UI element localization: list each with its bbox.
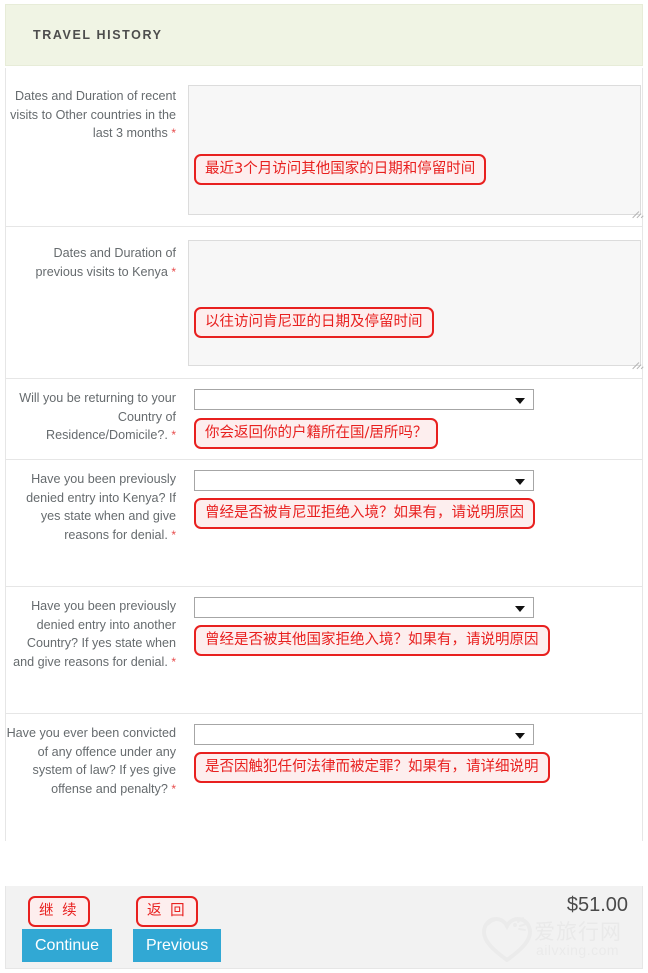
field-previous-kenya-visits (188, 240, 644, 370)
form-row-denied-other-country: Have you been previously denied entry in… (6, 587, 642, 714)
annotation-continue-button: 继 续 (28, 896, 90, 927)
form-row-denied-kenya: Have you been previously denied entry in… (6, 460, 642, 587)
select-returning-country[interactable] (194, 389, 534, 410)
required-asterisk: * (171, 527, 176, 542)
total-price: $51.00 (566, 894, 628, 916)
chevron-down-icon (515, 605, 525, 612)
field-criminal-conviction (194, 724, 534, 745)
field-denied-kenya (194, 470, 534, 491)
label-text: Have you been previously denied entry in… (13, 599, 176, 669)
annotation-returning-country: 你会返回你的户籍所在国/居所吗？ (194, 418, 439, 449)
annotation-recent-visits: 最近3个月访问其他国家的日期和停留时间 (194, 154, 487, 185)
label-text: Will you be returning to your Country of… (19, 391, 176, 442)
annotation-previous-button: 返 回 (136, 896, 198, 927)
section-header: TRAVEL HISTORY (5, 4, 643, 66)
site-watermark: 爱旅行网 ailvxing.com (482, 914, 634, 966)
required-asterisk: * (171, 264, 176, 279)
label-previous-kenya-visits: Dates and Duration of previous visits to… (6, 244, 176, 281)
chevron-down-icon (515, 732, 525, 739)
form-row-recent-visits: Dates and Duration of recent visits to O… (6, 68, 644, 227)
continue-button[interactable]: Continue (22, 929, 113, 962)
label-text: Have you been previously denied entry in… (26, 472, 176, 542)
field-recent-visits (188, 85, 644, 219)
form-row-previous-kenya-visits: Dates and Duration of previous visits to… (6, 227, 644, 379)
label-denied-other-country: Have you been previously denied entry in… (6, 597, 176, 671)
label-denied-kenya: Have you been previously denied entry in… (6, 470, 176, 544)
form-footer: $51.00 Continue Previous 爱旅行网 ailvxing.c… (5, 886, 643, 969)
label-text: Have you ever been convicted of any offe… (6, 726, 176, 796)
chevron-down-icon (515, 478, 525, 485)
required-asterisk: * (171, 654, 176, 669)
annotation-previous-kenya-visits: 以往访问肯尼亚的日期及停留时间 (194, 307, 434, 338)
select-denied-other-country[interactable] (194, 597, 534, 618)
previous-button[interactable]: Previous (133, 929, 222, 962)
label-returning-country: Will you be returning to your Country of… (6, 389, 176, 445)
required-asterisk: * (171, 428, 176, 442)
watermark-brand: 爱旅行网 (534, 920, 622, 944)
watermark-domain: ailvxing.com (536, 942, 620, 958)
annotation-denied-kenya: 曾经是否被肯尼亚拒绝入境？如果有，请说明原因 (194, 498, 535, 529)
annotation-criminal-conviction: 是否因触犯任何法律而被定罪？如果有，请详细说明 (194, 752, 550, 783)
select-criminal-conviction[interactable] (194, 724, 534, 745)
label-text: Dates and Duration of recent visits to O… (10, 89, 176, 140)
textarea-recent-visits[interactable] (188, 85, 641, 215)
label-recent-visits: Dates and Duration of recent visits to O… (6, 87, 176, 143)
field-denied-other-country (194, 597, 534, 618)
annotation-denied-other-country: 曾经是否被其他国家拒绝入境？如果有，请说明原因 (194, 625, 550, 656)
label-text: Dates and Duration of previous visits to… (35, 246, 176, 279)
required-asterisk: * (171, 126, 176, 140)
form-row-returning-country: Will you be returning to your Country of… (6, 379, 642, 460)
field-returning-country (194, 389, 534, 410)
form-row-criminal-conviction: Have you ever been convicted of any offe… (6, 714, 642, 841)
heart-logo-icon (482, 916, 532, 962)
travel-history-form: Dates and Duration of recent visits to O… (5, 68, 644, 841)
page-title: TRAVEL HISTORY (33, 28, 163, 42)
select-denied-kenya[interactable] (194, 470, 534, 491)
required-asterisk: * (171, 781, 176, 796)
textarea-previous-kenya-visits[interactable] (188, 240, 641, 366)
label-criminal-conviction: Have you ever been convicted of any offe… (6, 724, 176, 798)
chevron-down-icon (515, 397, 525, 404)
